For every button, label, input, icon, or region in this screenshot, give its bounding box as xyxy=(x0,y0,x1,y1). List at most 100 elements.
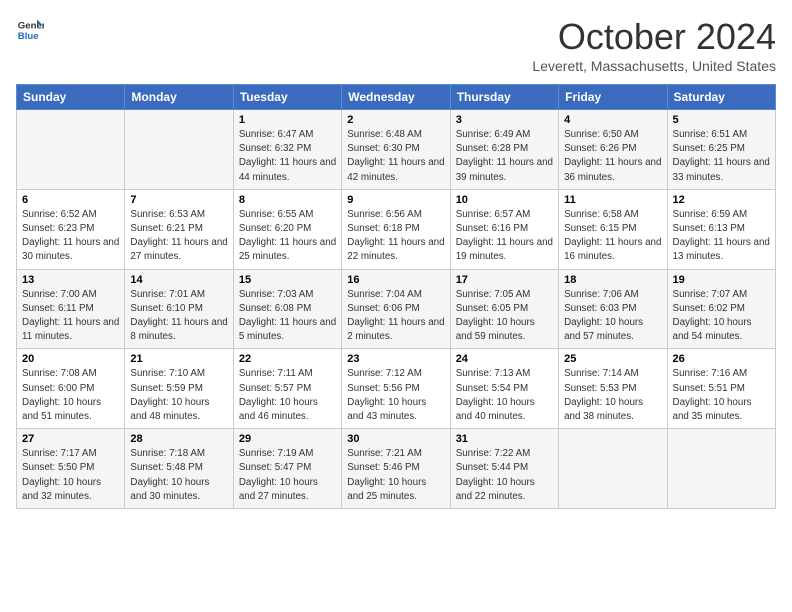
calendar-cell: 16 Sunrise: 7:04 AM Sunset: 6:06 PM Dayli… xyxy=(342,269,450,349)
day-info: Sunrise: 7:21 AM Sunset: 5:46 PM Dayligh… xyxy=(347,447,444,504)
calendar-cell: 2 Sunrise: 6:48 AM Sunset: 6:30 PM Daylig… xyxy=(342,110,450,190)
day-number: 25 xyxy=(564,353,661,365)
calendar-cell: 13 Sunrise: 7:00 AM Sunset: 6:11 PM Dayli… xyxy=(17,269,125,349)
calendar-cell: 21 Sunrise: 7:10 AM Sunset: 5:59 PM Dayli… xyxy=(125,349,233,429)
day-number: 19 xyxy=(673,274,770,286)
calendar-week-row: 27 Sunrise: 7:17 AM Sunset: 5:50 PM Dayli… xyxy=(17,429,776,509)
calendar-cell: 20 Sunrise: 7:08 AM Sunset: 6:00 PM Dayli… xyxy=(17,349,125,429)
calendar-cell: 19 Sunrise: 7:07 AM Sunset: 6:02 PM Dayli… xyxy=(667,269,775,349)
calendar-cell: 1 Sunrise: 6:47 AM Sunset: 6:32 PM Daylig… xyxy=(233,110,341,190)
calendar-cell xyxy=(17,110,125,190)
calendar-cell: 8 Sunrise: 6:55 AM Sunset: 6:20 PM Daylig… xyxy=(233,189,341,269)
day-info: Sunrise: 6:55 AM Sunset: 6:20 PM Dayligh… xyxy=(239,208,336,265)
calendar-cell: 29 Sunrise: 7:19 AM Sunset: 5:47 PM Dayli… xyxy=(233,429,341,509)
calendar-body: 1 Sunrise: 6:47 AM Sunset: 6:32 PM Daylig… xyxy=(17,110,776,509)
day-info: Sunrise: 6:48 AM Sunset: 6:30 PM Dayligh… xyxy=(347,128,444,185)
day-info: Sunrise: 6:50 AM Sunset: 6:26 PM Dayligh… xyxy=(564,128,661,185)
day-number: 7 xyxy=(130,194,227,206)
title-block: October 2024 Leverett, Massachusetts, Un… xyxy=(532,16,776,74)
day-number: 23 xyxy=(347,353,444,365)
day-info: Sunrise: 7:07 AM Sunset: 6:02 PM Dayligh… xyxy=(673,288,770,345)
svg-text:Blue: Blue xyxy=(18,31,39,42)
day-info: Sunrise: 6:56 AM Sunset: 6:18 PM Dayligh… xyxy=(347,208,444,265)
day-info: Sunrise: 7:10 AM Sunset: 5:59 PM Dayligh… xyxy=(130,367,227,424)
calendar-cell: 31 Sunrise: 7:22 AM Sunset: 5:44 PM Dayli… xyxy=(450,429,558,509)
weekday-header: Monday xyxy=(125,85,233,110)
day-info: Sunrise: 7:16 AM Sunset: 5:51 PM Dayligh… xyxy=(673,367,770,424)
day-number: 30 xyxy=(347,433,444,445)
day-number: 29 xyxy=(239,433,336,445)
logo: General Blue xyxy=(16,16,44,44)
logo-icon: General Blue xyxy=(16,16,44,44)
day-info: Sunrise: 7:00 AM Sunset: 6:11 PM Dayligh… xyxy=(22,288,119,345)
calendar-cell: 7Sunrise: 6:53 AM Sunset: 6:21 PM Daylig… xyxy=(125,189,233,269)
day-info: Sunrise: 7:14 AM Sunset: 5:53 PM Dayligh… xyxy=(564,367,661,424)
calendar-cell: 14 Sunrise: 7:01 AM Sunset: 6:10 PM Dayli… xyxy=(125,269,233,349)
day-info: Sunrise: 6:47 AM Sunset: 6:32 PM Dayligh… xyxy=(239,128,336,185)
day-info: Sunrise: 6:57 AM Sunset: 6:16 PM Dayligh… xyxy=(456,208,553,265)
day-info: Sunrise: 7:17 AM Sunset: 5:50 PM Dayligh… xyxy=(22,447,119,504)
day-info: Sunrise: 7:12 AM Sunset: 5:56 PM Dayligh… xyxy=(347,367,444,424)
day-number: 21 xyxy=(130,353,227,365)
day-number: 28 xyxy=(130,433,227,445)
day-number: 31 xyxy=(456,433,553,445)
day-number: 20 xyxy=(22,353,119,365)
day-info: Sunrise: 7:18 AM Sunset: 5:48 PM Dayligh… xyxy=(130,447,227,504)
day-number: 11 xyxy=(564,194,661,206)
day-number: 8 xyxy=(239,194,336,206)
weekday-header: Thursday xyxy=(450,85,558,110)
page-header: General Blue October 2024 Leverett, Mass… xyxy=(16,16,776,74)
calendar-cell: 12Sunrise: 6:59 AM Sunset: 6:13 PM Dayli… xyxy=(667,189,775,269)
calendar-cell: 6 Sunrise: 6:52 AM Sunset: 6:23 PM Daylig… xyxy=(17,189,125,269)
svg-text:General: General xyxy=(18,20,44,31)
day-info: Sunrise: 6:58 AM Sunset: 6:15 PM Dayligh… xyxy=(564,208,661,265)
day-info: Sunrise: 6:49 AM Sunset: 6:28 PM Dayligh… xyxy=(456,128,553,185)
day-number: 16 xyxy=(347,274,444,286)
location: Leverett, Massachusetts, United States xyxy=(532,58,776,74)
day-info: Sunrise: 7:06 AM Sunset: 6:03 PM Dayligh… xyxy=(564,288,661,345)
calendar-cell: 23 Sunrise: 7:12 AM Sunset: 5:56 PM Dayli… xyxy=(342,349,450,429)
day-number: 12 xyxy=(673,194,770,206)
calendar-cell: 17 Sunrise: 7:05 AM Sunset: 6:05 PM Dayli… xyxy=(450,269,558,349)
weekday-header: Friday xyxy=(559,85,667,110)
calendar-cell: 22 Sunrise: 7:11 AM Sunset: 5:57 PM Dayli… xyxy=(233,349,341,429)
calendar-cell: 15Sunrise: 7:03 AM Sunset: 6:08 PM Dayli… xyxy=(233,269,341,349)
day-info: Sunrise: 7:11 AM Sunset: 5:57 PM Dayligh… xyxy=(239,367,336,424)
day-number: 2 xyxy=(347,114,444,126)
calendar-cell xyxy=(559,429,667,509)
calendar-table: SundayMondayTuesdayWednesdayThursdayFrid… xyxy=(16,84,776,509)
day-number: 18 xyxy=(564,274,661,286)
day-number: 26 xyxy=(673,353,770,365)
calendar-week-row: 13 Sunrise: 7:00 AM Sunset: 6:11 PM Dayli… xyxy=(17,269,776,349)
calendar-cell: 5Sunrise: 6:51 AM Sunset: 6:25 PM Daylig… xyxy=(667,110,775,190)
day-number: 17 xyxy=(456,274,553,286)
day-number: 14 xyxy=(130,274,227,286)
weekday-header: Sunday xyxy=(17,85,125,110)
calendar-cell: 4Sunrise: 6:50 AM Sunset: 6:26 PM Daylig… xyxy=(559,110,667,190)
weekday-header: Saturday xyxy=(667,85,775,110)
calendar-cell: 11 Sunrise: 6:58 AM Sunset: 6:15 PM Dayli… xyxy=(559,189,667,269)
day-number: 5 xyxy=(673,114,770,126)
calendar-week-row: 6 Sunrise: 6:52 AM Sunset: 6:23 PM Daylig… xyxy=(17,189,776,269)
day-info: Sunrise: 7:19 AM Sunset: 5:47 PM Dayligh… xyxy=(239,447,336,504)
day-number: 22 xyxy=(239,353,336,365)
day-number: 1 xyxy=(239,114,336,126)
day-number: 13 xyxy=(22,274,119,286)
calendar-cell: 10 Sunrise: 6:57 AM Sunset: 6:16 PM Dayli… xyxy=(450,189,558,269)
day-info: Sunrise: 7:01 AM Sunset: 6:10 PM Dayligh… xyxy=(130,288,227,345)
day-number: 6 xyxy=(22,194,119,206)
day-info: Sunrise: 6:52 AM Sunset: 6:23 PM Dayligh… xyxy=(22,208,119,265)
day-number: 10 xyxy=(456,194,553,206)
calendar-cell: 3Sunrise: 6:49 AM Sunset: 6:28 PM Daylig… xyxy=(450,110,558,190)
calendar-week-row: 1 Sunrise: 6:47 AM Sunset: 6:32 PM Daylig… xyxy=(17,110,776,190)
month-title: October 2024 xyxy=(532,16,776,58)
day-info: Sunrise: 7:22 AM Sunset: 5:44 PM Dayligh… xyxy=(456,447,553,504)
day-number: 27 xyxy=(22,433,119,445)
day-info: Sunrise: 7:05 AM Sunset: 6:05 PM Dayligh… xyxy=(456,288,553,345)
calendar-cell: 26 Sunrise: 7:16 AM Sunset: 5:51 PM Dayli… xyxy=(667,349,775,429)
weekday-header: Tuesday xyxy=(233,85,341,110)
day-info: Sunrise: 7:04 AM Sunset: 6:06 PM Dayligh… xyxy=(347,288,444,345)
day-info: Sunrise: 7:08 AM Sunset: 6:00 PM Dayligh… xyxy=(22,367,119,424)
calendar-cell: 9Sunrise: 6:56 AM Sunset: 6:18 PM Daylig… xyxy=(342,189,450,269)
calendar-cell: 18 Sunrise: 7:06 AM Sunset: 6:03 PM Dayli… xyxy=(559,269,667,349)
